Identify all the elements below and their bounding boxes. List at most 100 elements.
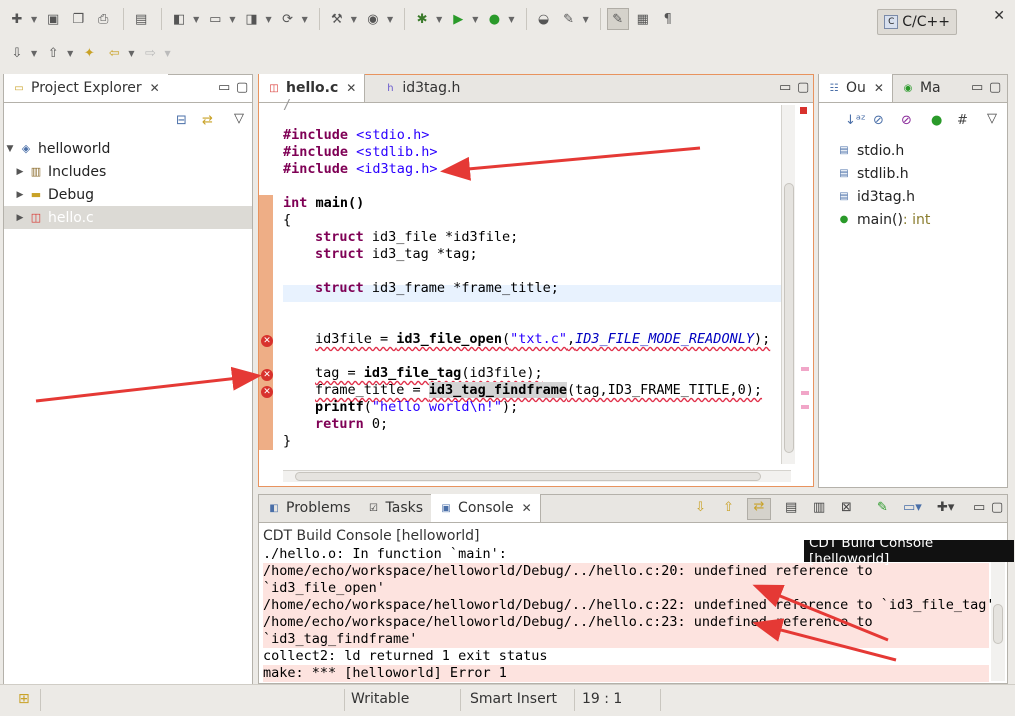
outline-item[interactable]: ● main() : int <box>837 208 931 231</box>
tab-hello-c[interactable]: ◫ hello.c ✕ <box>259 74 366 102</box>
error-marker-icon[interactable]: ✕ <box>261 335 273 347</box>
minimize-icon[interactable]: ▭ <box>218 80 230 95</box>
view-menu-icon[interactable]: ▽ <box>234 111 244 126</box>
overview-error-mark[interactable] <box>801 405 809 409</box>
chevron-down-icon[interactable]: ▼ <box>31 49 37 58</box>
tree-node-includes[interactable]: ▶ ▥ Includes <box>4 160 252 183</box>
chevron-down-icon[interactable]: ▼ <box>128 49 134 58</box>
link-editor-icon[interactable]: ⇄ <box>202 113 213 128</box>
chevron-down-icon[interactable]: ▼ <box>351 15 357 24</box>
previous-annotation-icon[interactable]: ⇧ <box>42 42 64 64</box>
minimize-icon[interactable]: ▭ <box>779 80 791 95</box>
open-type-icon[interactable]: ◒ <box>533 8 555 30</box>
debug-bug-icon[interactable]: ✱ <box>411 8 433 30</box>
outline-item[interactable]: ▤ id3tag.h <box>837 185 915 208</box>
run-icon[interactable]: ▶ <box>447 8 469 30</box>
perspective-button-cpp[interactable]: C C/C++ <box>877 9 957 35</box>
hide-fields-icon[interactable]: ⊘ <box>873 113 884 128</box>
window-close-icon[interactable]: ✕ <box>993 8 1005 24</box>
open-console-icon[interactable]: ✚▾ <box>937 500 954 515</box>
scroll-up-icon[interactable]: ⇧ <box>723 500 734 515</box>
refresh-icon[interactable]: ⟳ <box>277 8 299 30</box>
tab-tasks[interactable]: ☑ Tasks <box>359 494 432 522</box>
code-area[interactable]: / #include <stdio.h> #include <stdlib.h>… <box>283 97 785 464</box>
error-marker-icon[interactable]: ✕ <box>261 369 273 381</box>
target-icon[interactable]: ◉ <box>362 8 384 30</box>
save-all-icon[interactable]: ❐ <box>67 8 89 30</box>
hide-static-icon[interactable]: ⊘ <box>901 113 912 128</box>
scroll-down-icon[interactable]: ⇩ <box>695 500 706 515</box>
chevron-down-icon[interactable]: ▼ <box>164 49 170 58</box>
chevron-down-icon[interactable]: ▼ <box>387 15 393 24</box>
chevron-down-icon[interactable]: ▼ <box>67 49 73 58</box>
outline-item[interactable]: ▤ stdlib.h <box>837 162 908 185</box>
last-edit-icon[interactable]: ✦ <box>78 42 100 64</box>
scroll-thumb[interactable] <box>784 183 794 453</box>
view-menu-icon[interactable]: ▽ <box>987 111 997 126</box>
new-folder-icon[interactable]: ▭ <box>204 8 226 30</box>
display-console-icon[interactable]: ▭▾ <box>903 500 922 515</box>
tab-problems[interactable]: ◧ Problems <box>259 494 359 522</box>
maximize-icon[interactable]: ▢ <box>236 80 248 95</box>
new-icon[interactable]: ✚ <box>6 8 28 30</box>
tree-node-project[interactable]: ▼ ◈ helloworld <box>4 137 252 160</box>
tab-project-explorer[interactable]: ▭ Project Explorer ✕ <box>4 74 168 102</box>
show-whitespace-icon[interactable]: ¶ <box>657 8 679 30</box>
group-includes-icon[interactable]: # <box>957 113 968 128</box>
build-binary-icon[interactable]: ▤ <box>130 8 152 30</box>
build-hammer-icon[interactable]: ⚒ <box>326 8 348 30</box>
tree-node-debug[interactable]: ▶ ▬ Debug <box>4 183 252 206</box>
save-console-icon[interactable]: ▥ <box>813 500 825 515</box>
new-class-icon[interactable]: ◨ <box>240 8 262 30</box>
maximize-icon[interactable]: ▢ <box>989 80 1001 95</box>
editor-horizontal-scrollbar[interactable] <box>283 470 791 482</box>
mark-occurrences-icon[interactable]: ✎ <box>606 8 629 30</box>
hide-nonpublic-icon[interactable]: ● <box>931 113 942 128</box>
close-icon[interactable]: ✕ <box>874 81 884 95</box>
minimize-icon[interactable]: ▭ <box>971 80 983 95</box>
block-selection-icon[interactable]: ▦ <box>632 8 654 30</box>
clear-console-icon[interactable]: ⊠ <box>841 500 852 515</box>
error-marker-icon[interactable]: ✕ <box>261 386 273 398</box>
chevron-down-icon[interactable]: ▼ <box>229 15 235 24</box>
scroll-thumb[interactable] <box>993 604 1003 644</box>
external-tools-icon[interactable]: ● <box>483 8 505 30</box>
collapse-all-icon[interactable]: ⊟ <box>176 113 187 128</box>
search-icon[interactable]: ✎ <box>558 8 580 30</box>
pin-console-icon[interactable]: ✎ <box>877 500 888 515</box>
forward-icon[interactable]: ⇨ <box>139 42 161 64</box>
collapsed-arrow-icon[interactable]: ▶ <box>14 213 26 223</box>
tab-outline[interactable]: ☷ Ou ✕ <box>819 74 893 102</box>
fast-view-icon[interactable]: ⊞ <box>18 691 30 707</box>
minimize-icon[interactable]: ▭ <box>973 500 985 515</box>
chevron-down-icon[interactable]: ▼ <box>508 15 514 24</box>
tab-make-targets[interactable]: ◉ Ma <box>893 74 949 102</box>
sort-icon[interactable]: ↓ᵃᶻ <box>845 113 866 128</box>
outline-item[interactable]: ▤ stdio.h <box>837 139 904 162</box>
chevron-down-icon[interactable]: ▼ <box>31 15 37 24</box>
print-icon[interactable]: ⎙ <box>92 8 114 30</box>
tree-node-hello-c[interactable]: ▶ ◫ hello.c <box>4 206 252 229</box>
maximize-icon[interactable]: ▢ <box>991 500 1003 515</box>
collapsed-arrow-icon[interactable]: ▶ <box>14 167 26 177</box>
close-icon[interactable]: ✕ <box>150 81 160 95</box>
close-icon[interactable]: ✕ <box>346 81 356 95</box>
back-icon[interactable]: ⇦ <box>103 42 125 64</box>
scroll-thumb[interactable] <box>295 472 761 481</box>
close-icon[interactable]: ✕ <box>522 501 532 515</box>
maximize-icon[interactable]: ▢ <box>797 80 809 95</box>
editor-vertical-scrollbar[interactable] <box>781 105 795 464</box>
chevron-down-icon[interactable]: ▼ <box>265 15 271 24</box>
chevron-down-icon[interactable]: ▼ <box>472 15 478 24</box>
new-c-project-icon[interactable]: ◧ <box>168 8 190 30</box>
scroll-lock-icon[interactable]: ⇄ <box>747 498 771 520</box>
next-annotation-icon[interactable]: ⇩ <box>6 42 28 64</box>
save-icon[interactable]: ▣ <box>42 8 64 30</box>
chevron-down-icon[interactable]: ▼ <box>193 15 199 24</box>
tab-console[interactable]: ▣ Console ✕ <box>431 494 541 522</box>
chevron-down-icon[interactable]: ▼ <box>583 15 589 24</box>
tab-id3tag-h[interactable]: h id3tag.h <box>375 74 468 102</box>
copy-console-icon[interactable]: ▤ <box>785 500 797 515</box>
collapsed-arrow-icon[interactable]: ▶ <box>14 190 26 200</box>
chevron-down-icon[interactable]: ▼ <box>302 15 308 24</box>
